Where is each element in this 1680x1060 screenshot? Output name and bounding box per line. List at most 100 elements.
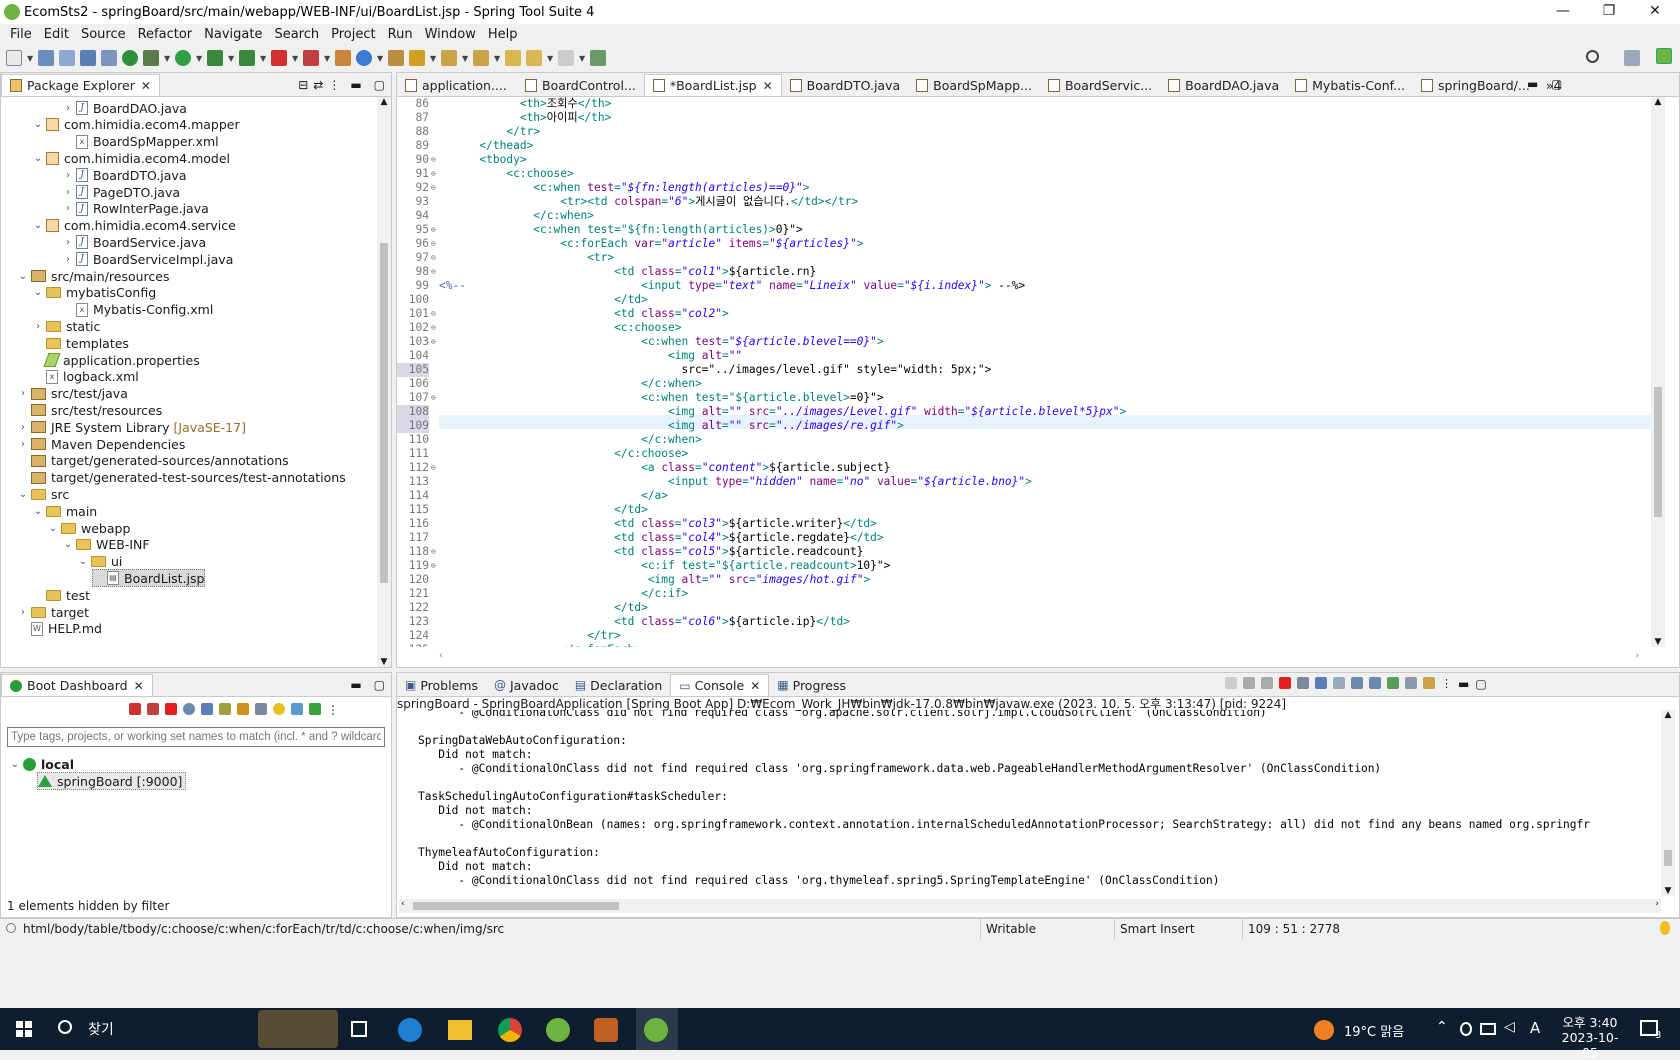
tree-item[interactable]: ⌄ WEB-INF — [62, 536, 150, 554]
close-icon[interactable]: ✕ — [763, 79, 773, 93]
chevron-down-icon[interactable]: ⌄ — [9, 759, 21, 770]
code-line[interactable]: <th>아이피</th> — [439, 111, 612, 125]
spring-tool-icon[interactable] — [546, 1018, 570, 1042]
boot-dashboard-icon[interactable] — [122, 50, 138, 66]
code-line[interactable]: <td class="col1">${article.rn} — [439, 265, 816, 279]
chevron-right-icon[interactable]: › — [32, 321, 44, 332]
chevron-down-icon[interactable]: ⌄ — [47, 523, 59, 534]
tree-item[interactable]: target/generated-test-sources/test-annot… — [17, 469, 346, 487]
editor-tab[interactable]: *BoardList.jsp ✕ — [643, 74, 782, 96]
tree-item[interactable]: src/test/resources — [17, 401, 162, 419]
chevron-right-icon[interactable]: › — [17, 422, 29, 433]
debug-icon[interactable] — [143, 50, 159, 66]
minimize-icon[interactable]: ▬ — [1458, 677, 1469, 691]
spring-perspective-icon[interactable] — [1656, 48, 1672, 64]
tree-item[interactable]: ⌄ mybatisConfig — [32, 284, 156, 302]
editor-tab[interactable]: BoardDAO.java — [1160, 74, 1287, 96]
chevron-down-icon[interactable]: ⌄ — [32, 153, 44, 164]
tree-item[interactable]: › J BoardDAO.java — [62, 99, 187, 117]
remove-launch-icon[interactable] — [1243, 677, 1255, 689]
view-menu-icon[interactable]: ⋮ — [1441, 677, 1452, 691]
code-line[interactable]: <c:if test="${article.readcount>10}"> — [439, 559, 890, 573]
minimize-icon[interactable]: ▬ — [350, 678, 361, 692]
code-line[interactable]: </a> — [439, 489, 668, 503]
weather-text[interactable]: 19°C 맑음 — [1344, 1021, 1404, 1040]
tree-item[interactable]: › target — [17, 603, 89, 621]
code-line[interactable]: <c:choose> — [439, 321, 681, 335]
restart-debug-icon[interactable] — [147, 703, 159, 715]
code-line[interactable]: </c:when> — [439, 209, 594, 223]
tree-item[interactable]: ⌄ src — [17, 485, 69, 503]
chevron-down-icon[interactable]: ⌄ — [32, 287, 44, 298]
open-type-icon[interactable] — [388, 50, 404, 66]
clear-console-icon[interactable] — [1297, 677, 1309, 689]
link-editor-icon[interactable]: ⇄ — [313, 78, 323, 92]
skip-breakpoints-icon[interactable] — [101, 50, 117, 66]
code-line[interactable]: <c:when test="${article.blevel==0}"> — [439, 335, 884, 349]
tree-item[interactable]: W HELP.md — [17, 620, 102, 638]
open-console-dropdown-icon[interactable] — [1423, 677, 1435, 689]
stop-icon[interactable] — [271, 50, 287, 66]
code-line[interactable]: </tr> — [439, 125, 540, 139]
tab-declaration[interactable]: ▤ Declaration — [567, 674, 670, 696]
code-line[interactable]: </td> — [439, 601, 648, 615]
editor-tab[interactable]: application.... — [397, 74, 517, 96]
windows-start-icon[interactable] — [16, 1021, 32, 1037]
tree-item[interactable]: ⌄ ui — [77, 553, 123, 571]
chevron-right-icon[interactable]: › — [62, 187, 74, 198]
code-line[interactable]: <td class="col4">${article.regdate}</td> — [439, 531, 884, 545]
fold-toggle-icon[interactable]: ⊖ — [431, 153, 436, 167]
tree-scrollbar[interactable]: ▲ ▼ — [377, 97, 391, 667]
fold-toggle-icon[interactable]: ⊖ — [431, 335, 436, 349]
stop-app-icon[interactable] — [165, 703, 177, 715]
code-line[interactable]: <a class="content">${article.subject} — [439, 461, 890, 475]
fold-toggle-icon[interactable]: ⊖ — [431, 251, 436, 265]
search-toolbar-icon[interactable] — [409, 50, 425, 66]
fold-toggle-icon[interactable]: ⊖ — [431, 545, 436, 559]
code-line[interactable]: <c:when test="${fn:length(articles)>0}"> — [439, 223, 802, 237]
editor-tab[interactable]: BoardDTO.java — [782, 74, 909, 96]
chevron-right-icon[interactable]: › — [62, 237, 74, 248]
relaunch-icon[interactable] — [303, 50, 319, 66]
menu-search[interactable]: Search — [268, 27, 325, 42]
menu-navigate[interactable]: Navigate — [198, 27, 268, 42]
tree-item[interactable]: x BoardSpMapper.xml — [62, 133, 219, 151]
menu-project[interactable]: Project — [325, 27, 381, 42]
code-line[interactable]: <td class="col2"> — [439, 307, 729, 321]
fold-toggle-icon[interactable]: ⊖ — [431, 223, 436, 237]
new-class-icon[interactable] — [356, 50, 372, 66]
taskbar-search-box[interactable]: 찾기 — [88, 1019, 114, 1039]
next-annotation-icon[interactable] — [441, 50, 457, 66]
fold-toggle-icon[interactable]: ⊖ — [431, 307, 436, 321]
editor-tab[interactable]: BoardServic... — [1040, 74, 1160, 96]
code-line[interactable]: <img alt="" src="../images/re.gif"> — [439, 419, 904, 433]
chevron-right-icon[interactable]: › — [62, 203, 74, 214]
word-wrap-icon[interactable] — [1333, 677, 1345, 689]
file-explorer-icon[interactable] — [448, 1020, 472, 1040]
tab-javadoc[interactable]: @ Javadoc — [486, 674, 567, 696]
editor-tab[interactable]: BoardControl... — [517, 74, 644, 96]
tab-boot-dashboard[interactable]: Boot Dashboard ✕ — [1, 674, 153, 696]
search-taskbar-icon[interactable] — [58, 1020, 72, 1034]
chevron-down-icon[interactable]: ⌄ — [77, 556, 89, 567]
terminate-icon[interactable] — [1279, 677, 1291, 689]
volume-icon[interactable]: ◁ — [1504, 1019, 1515, 1035]
tip-bulb-icon[interactable] — [1660, 921, 1670, 935]
perspective-icon[interactable] — [1624, 50, 1640, 66]
menu-edit[interactable]: Edit — [38, 27, 75, 42]
tree-item[interactable]: ⌄ src/main/resources — [17, 267, 170, 285]
clock-time[interactable]: 오후 3:40 — [1558, 1012, 1622, 1031]
code-line[interactable]: <img alt="" src="images/hot.gif"> — [439, 573, 870, 587]
fold-toggle-icon[interactable]: ⊖ — [431, 167, 436, 181]
menu-help[interactable]: Help — [482, 27, 524, 42]
menu-file[interactable]: File — [4, 27, 38, 42]
editor-tab[interactable]: BoardSpMapp... — [908, 74, 1040, 96]
tree-item[interactable]: ⌄ webapp — [47, 519, 131, 537]
springboard-app-row[interactable]: springBoard [:9000] — [37, 772, 187, 790]
save-icon[interactable] — [38, 50, 54, 66]
fold-toggle-icon[interactable]: ⊖ — [431, 237, 436, 251]
code-line[interactable]: </tr> — [439, 629, 621, 643]
code-editor[interactable]: 86 <th>조회수</th> 87 <th>아이피</th> 88 </tr> 89… — [397, 97, 1653, 647]
tree-item[interactable]: x logback.xml — [32, 368, 139, 386]
console-vertical-scrollbar[interactable]: ▲ ▼ — [1661, 710, 1675, 896]
